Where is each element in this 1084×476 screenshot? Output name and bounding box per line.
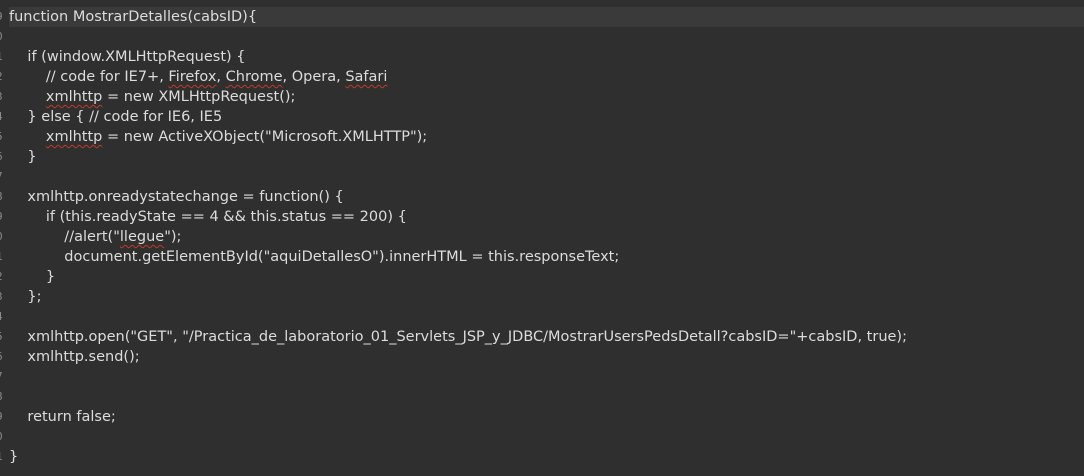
- code-line: if (this.readyState == 4 && this.status …: [9, 207, 1084, 227]
- code-line: //alert("llegue");: [9, 227, 1084, 247]
- line-number: 1: [0, 47, 3, 67]
- code-line: xmlhttp = new XMLHttpRequest();: [9, 87, 1084, 107]
- line-number: 9: [0, 407, 3, 427]
- code-text: function MostrarDetalles(cabsID){: [9, 9, 258, 25]
- line-number: 1: [0, 447, 3, 467]
- code-text: //alert(": [9, 229, 120, 245]
- code-line: xmlhttp = new ActiveXObject("Microsoft.X…: [9, 127, 1084, 147]
- spellcheck-word: xmlhttp: [45, 129, 103, 145]
- line-number: 9: [0, 207, 3, 227]
- spellcheck-word: Chrome: [225, 69, 283, 85]
- code-line: function MostrarDetalles(cabsID){: [9, 7, 1084, 27]
- code-line: return false;: [9, 407, 1084, 427]
- code-text: ");: [164, 229, 182, 245]
- code-text: xmlhttp.send();: [9, 349, 140, 365]
- line-number: 4: [0, 307, 3, 327]
- line-number: 5: [0, 127, 3, 147]
- code-line: xmlhttp.onreadystatechange = function() …: [9, 187, 1084, 207]
- code-line: }: [9, 147, 1084, 167]
- line-number: 1: [0, 247, 3, 267]
- line-number: 5: [0, 327, 3, 347]
- code-text: , Opera,: [282, 69, 346, 85]
- line-number: 6: [0, 147, 3, 167]
- line-number: 8: [0, 187, 3, 207]
- line-number: 0: [0, 27, 3, 47]
- code-area[interactable]: function MostrarDetalles(cabsID){ if (wi…: [9, 0, 1084, 476]
- code-line: };: [9, 287, 1084, 307]
- code-text: // code for IE7+,: [9, 69, 169, 85]
- code-line: } else { // code for IE6, IE5: [9, 107, 1084, 127]
- code-line: if (window.XMLHttpRequest) {: [9, 47, 1084, 67]
- line-number: 7: [0, 167, 3, 187]
- code-line: document.getElementById("aquiDetallesO")…: [9, 247, 1084, 267]
- code-text: xmlhttp.open("GET", "/Practica_de_labora…: [9, 329, 907, 345]
- code-text: document.getElementById("aquiDetallesO")…: [9, 249, 620, 265]
- spellcheck-word: Safari: [345, 69, 388, 85]
- line-number: 0: [0, 427, 3, 447]
- code-text: xmlhttp.onreadystatechange = function() …: [9, 189, 344, 205]
- code-text: }: [9, 269, 56, 285]
- line-number: 0: [0, 227, 3, 247]
- code-text: if (window.XMLHttpRequest) {: [9, 49, 246, 65]
- line-number: 6: [0, 347, 3, 367]
- code-line: // code for IE7+, Firefox, Chrome, Opera…: [9, 67, 1084, 87]
- code-text: = new XMLHttpRequest();: [102, 89, 296, 105]
- code-text: } else { // code for IE6, IE5: [9, 109, 223, 125]
- code-line: xmlhttp.send();: [9, 347, 1084, 367]
- code-text: }: [9, 449, 19, 465]
- line-number: 3: [0, 287, 3, 307]
- code-text: = new ActiveXObject("Microsoft.XMLHTTP")…: [102, 129, 428, 145]
- spellcheck-word: Firefox: [168, 69, 217, 85]
- line-number: 9: [0, 7, 3, 27]
- code-line: }: [9, 447, 1084, 467]
- code-text: };: [9, 289, 42, 305]
- line-number: 8: [0, 387, 3, 407]
- spellcheck-word: xmlhttp: [45, 89, 103, 105]
- spellcheck-word: llegue: [119, 229, 165, 245]
- line-number: 4: [0, 107, 3, 127]
- code-text: if (this.readyState == 4 && this.status …: [9, 209, 407, 225]
- code-editor[interactable]: 9 0 1 2 3 4 5 6 7 8 9 0 1 2 3 4 5 6 7 8 …: [0, 0, 1084, 476]
- code-line: xmlhttp.open("GET", "/Practica_de_labora…: [9, 327, 1084, 347]
- line-number: 7: [0, 367, 3, 387]
- line-number-gutter: 9 0 1 2 3 4 5 6 7 8 9 0 1 2 3 4 5 6 7 8 …: [0, 0, 7, 476]
- line-number: 3: [0, 87, 3, 107]
- code-text: ,: [216, 69, 226, 85]
- line-number: 2: [0, 267, 3, 287]
- code-text: return false;: [9, 409, 116, 425]
- code-text: }: [9, 149, 37, 165]
- code-line: }: [9, 267, 1084, 287]
- line-number: 2: [0, 67, 3, 87]
